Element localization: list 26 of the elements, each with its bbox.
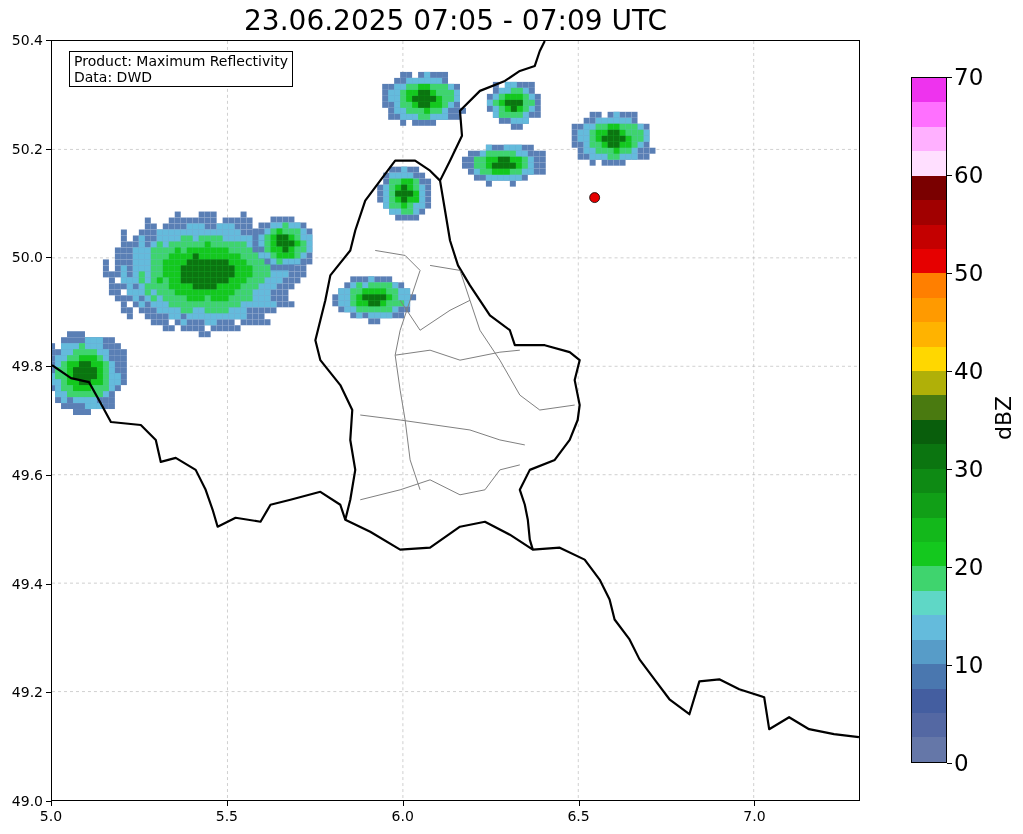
x-tick-label: 5.5 bbox=[214, 808, 239, 824]
colorbar-tick-label: 40 bbox=[954, 358, 984, 384]
x-tick-label: 6.5 bbox=[566, 808, 591, 824]
colorbar-tick-label: 50 bbox=[954, 260, 984, 286]
colorbar-tick-label: 10 bbox=[954, 652, 984, 678]
colorbar-tick-label: 0 bbox=[954, 750, 969, 776]
y-tick-label: 49.4 bbox=[10, 575, 43, 592]
y-tick-label: 49.8 bbox=[10, 358, 43, 375]
x-tick-label: 6.0 bbox=[390, 808, 415, 824]
chart-title: 23.06.2025 07:05 - 07:09 UTC bbox=[244, 3, 667, 39]
y-tick-label: 49.6 bbox=[10, 466, 43, 483]
location-marker bbox=[589, 192, 600, 203]
colorbar-label: dBZ bbox=[991, 395, 1018, 441]
y-tick-label: 50.0 bbox=[10, 249, 43, 266]
colorbar-tick-label: 70 bbox=[954, 64, 984, 90]
x-tick-label: 5.0 bbox=[38, 808, 64, 824]
y-tick-label: 49.2 bbox=[10, 684, 43, 701]
colorbar-tick-label: 60 bbox=[954, 162, 984, 188]
info-text: Product: Maximum Reflectivity bbox=[74, 53, 288, 69]
info-text: Data: DWD bbox=[74, 69, 153, 85]
x-tick-label: 7.0 bbox=[742, 808, 767, 824]
y-tick-label: 49.0 bbox=[10, 793, 43, 809]
y-tick-label: 50.4 bbox=[10, 32, 43, 48]
colorbar-tick-label: 20 bbox=[954, 554, 984, 580]
colorbar-tick-label: 30 bbox=[954, 456, 984, 482]
y-tick-label: 50.2 bbox=[10, 140, 43, 157]
